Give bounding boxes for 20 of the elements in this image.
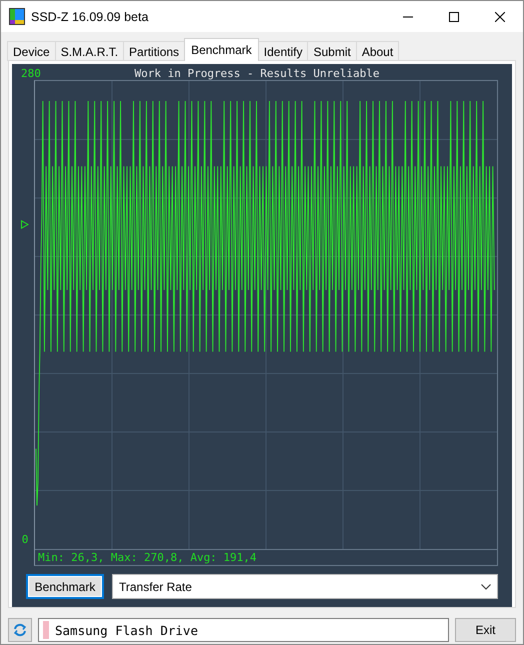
mode-dropdown[interactable]: Transfer Rate xyxy=(112,574,498,599)
exit-button[interactable]: Exit xyxy=(455,618,516,642)
window-title: SSD-Z 16.09.09 beta xyxy=(31,10,150,24)
marker-triangle-icon xyxy=(21,220,29,229)
y-axis-min-label: 0 xyxy=(22,533,28,546)
stats-text: Min: 26,3, Max: 270,8, Avg: 191,4 xyxy=(35,549,497,565)
refresh-button[interactable] xyxy=(8,618,32,642)
tab[interactable]: Device xyxy=(7,41,56,61)
benchmark-button[interactable]: Benchmark xyxy=(26,574,104,599)
close-icon xyxy=(495,12,505,22)
app-logo-icon xyxy=(9,8,25,25)
maximize-icon xyxy=(449,12,459,22)
y-axis-max-label: 280 xyxy=(20,66,42,80)
chevron-down-icon xyxy=(481,584,491,590)
refresh-icon xyxy=(13,623,27,637)
graph-title: Work in Progress - Results Unreliable xyxy=(133,66,381,80)
tab[interactable]: Benchmark xyxy=(184,38,259,61)
drive-color-swatch xyxy=(43,621,49,639)
drive-dropdown[interactable]: Samsung Flash Drive xyxy=(38,618,449,642)
tab[interactable]: About xyxy=(356,41,400,61)
